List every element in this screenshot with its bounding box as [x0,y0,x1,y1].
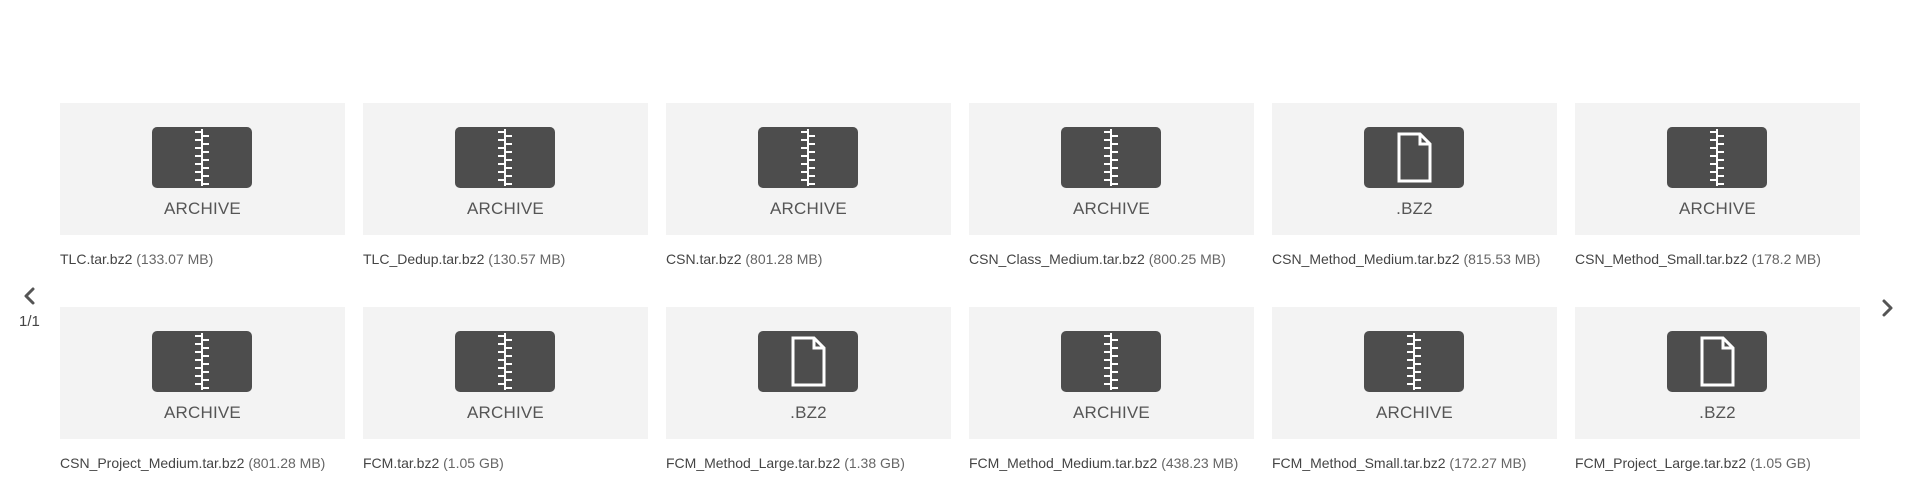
file-thumbnail[interactable]: ARCHIVE [1272,307,1557,439]
file-tile[interactable]: .BZ2 CSN_Method_Medium.tar.bz2 (815.53 M… [1272,103,1557,307]
file-type-label: ARCHIVE [164,403,241,422]
archive-zip-icon [758,127,858,188]
file-thumbnail[interactable]: .BZ2 [1272,103,1557,235]
file-type-label: ARCHIVE [467,403,544,422]
file-name: FCM_Project_Large.tar.bz2 [1575,455,1747,471]
file-type-label: ARCHIVE [164,199,241,218]
file-tile[interactable]: .BZ2 FCM_Project_Large.tar.bz2 (1.05 GB) [1575,307,1860,495]
file-thumbnail[interactable]: ARCHIVE [363,103,648,235]
file-size: (130.57 MB) [488,251,566,267]
file-size: (172.27 MB) [1449,455,1527,471]
file-size: (801.28 MB) [745,251,823,267]
file-caption[interactable]: CSN.tar.bz2 (801.28 MB) [666,251,951,267]
file-size: (1.05 GB) [443,455,504,471]
archive-zip-icon [455,127,555,188]
file-thumbnail[interactable]: ARCHIVE [666,103,951,235]
file-gallery: 1/1 ARCHIVE TLC.tar.bz2 (133.07 MB) ARCH… [0,0,1907,495]
file-thumbnail[interactable]: ARCHIVE [60,307,345,439]
file-caption[interactable]: FCM_Method_Medium.tar.bz2 (438.23 MB) [969,455,1254,471]
archive-zip-icon [1061,127,1161,188]
file-caption[interactable]: CSN_Method_Small.tar.bz2 (178.2 MB) [1575,251,1860,267]
archive-zip-icon [152,127,252,188]
file-tile[interactable]: ARCHIVE CSN_Method_Small.tar.bz2 (178.2 … [1575,103,1860,307]
file-size: (438.23 MB) [1161,455,1239,471]
file-name: TLC.tar.bz2 [60,251,133,267]
file-type-label: ARCHIVE [1073,403,1150,422]
file-tile[interactable]: ARCHIVE FCM_Method_Small.tar.bz2 (172.27… [1272,307,1557,495]
file-tile[interactable]: ARCHIVE CSN_Class_Medium.tar.bz2 (800.25… [969,103,1254,307]
file-tile[interactable]: ARCHIVE TLC.tar.bz2 (133.07 MB) [60,103,345,307]
document-icon [1364,127,1464,188]
archive-zip-icon [455,331,555,392]
file-thumbnail[interactable]: .BZ2 [666,307,951,439]
document-icon [1667,331,1767,392]
file-name: CSN_Project_Medium.tar.bz2 [60,455,245,471]
archive-zip-icon [1667,127,1767,188]
document-icon [758,331,858,392]
archive-zip-icon [1364,331,1464,392]
file-name: CSN_Class_Medium.tar.bz2 [969,251,1145,267]
file-name: FCM_Method_Medium.tar.bz2 [969,455,1158,471]
archive-zip-icon [1061,331,1161,392]
file-size: (178.2 MB) [1751,251,1821,267]
file-type-label: ARCHIVE [1376,403,1453,422]
file-type-label: ARCHIVE [770,199,847,218]
file-name: TLC_Dedup.tar.bz2 [363,251,485,267]
file-type-label: ARCHIVE [1679,199,1756,218]
file-thumbnail[interactable]: ARCHIVE [1575,103,1860,235]
file-caption[interactable]: CSN_Class_Medium.tar.bz2 (800.25 MB) [969,251,1254,267]
file-grid: ARCHIVE TLC.tar.bz2 (133.07 MB) ARCHIVE … [60,103,1860,495]
file-thumbnail[interactable]: .BZ2 [1575,307,1860,439]
file-tile[interactable]: ARCHIVE CSN_Project_Medium.tar.bz2 (801.… [60,307,345,495]
file-size: (815.53 MB) [1463,251,1541,267]
file-thumbnail[interactable]: ARCHIVE [969,307,1254,439]
file-size: (801.28 MB) [248,455,326,471]
page-counter: 1/1 [19,313,40,330]
file-name: CSN_Method_Small.tar.bz2 [1575,251,1748,267]
file-size: (800.25 MB) [1148,251,1226,267]
file-name: FCM.tar.bz2 [363,455,440,471]
file-type-label: ARCHIVE [1073,199,1150,218]
file-size: (1.38 GB) [844,455,905,471]
file-name: FCM_Method_Small.tar.bz2 [1272,455,1446,471]
chevron-right-icon[interactable] [1876,297,1900,319]
pager: 1/1 [14,285,46,330]
file-caption[interactable]: CSN_Method_Medium.tar.bz2 (815.53 MB) [1272,251,1557,267]
file-name: CSN_Method_Medium.tar.bz2 [1272,251,1460,267]
file-tile[interactable]: ARCHIVE TLC_Dedup.tar.bz2 (130.57 MB) [363,103,648,307]
file-caption[interactable]: FCM.tar.bz2 (1.05 GB) [363,455,648,471]
file-type-label: .BZ2 [790,403,827,422]
chevron-left-icon[interactable] [14,285,46,307]
file-caption[interactable]: FCM_Method_Small.tar.bz2 (172.27 MB) [1272,455,1557,471]
file-size: (133.07 MB) [136,251,214,267]
file-tile[interactable]: .BZ2 FCM_Method_Large.tar.bz2 (1.38 GB) [666,307,951,495]
file-thumbnail[interactable]: ARCHIVE [969,103,1254,235]
file-size: (1.05 GB) [1750,455,1811,471]
file-name: CSN.tar.bz2 [666,251,742,267]
file-tile[interactable]: ARCHIVE CSN.tar.bz2 (801.28 MB) [666,103,951,307]
archive-zip-icon [152,331,252,392]
file-caption[interactable]: FCM_Project_Large.tar.bz2 (1.05 GB) [1575,455,1860,471]
file-caption[interactable]: TLC_Dedup.tar.bz2 (130.57 MB) [363,251,648,267]
file-type-label: .BZ2 [1396,199,1433,218]
file-caption[interactable]: CSN_Project_Medium.tar.bz2 (801.28 MB) [60,455,345,471]
file-type-label: ARCHIVE [467,199,544,218]
file-type-label: .BZ2 [1699,403,1736,422]
file-caption[interactable]: TLC.tar.bz2 (133.07 MB) [60,251,345,267]
file-tile[interactable]: ARCHIVE FCM.tar.bz2 (1.05 GB) [363,307,648,495]
file-tile[interactable]: ARCHIVE FCM_Method_Medium.tar.bz2 (438.2… [969,307,1254,495]
file-thumbnail[interactable]: ARCHIVE [363,307,648,439]
file-caption[interactable]: FCM_Method_Large.tar.bz2 (1.38 GB) [666,455,951,471]
file-name: FCM_Method_Large.tar.bz2 [666,455,841,471]
file-thumbnail[interactable]: ARCHIVE [60,103,345,235]
